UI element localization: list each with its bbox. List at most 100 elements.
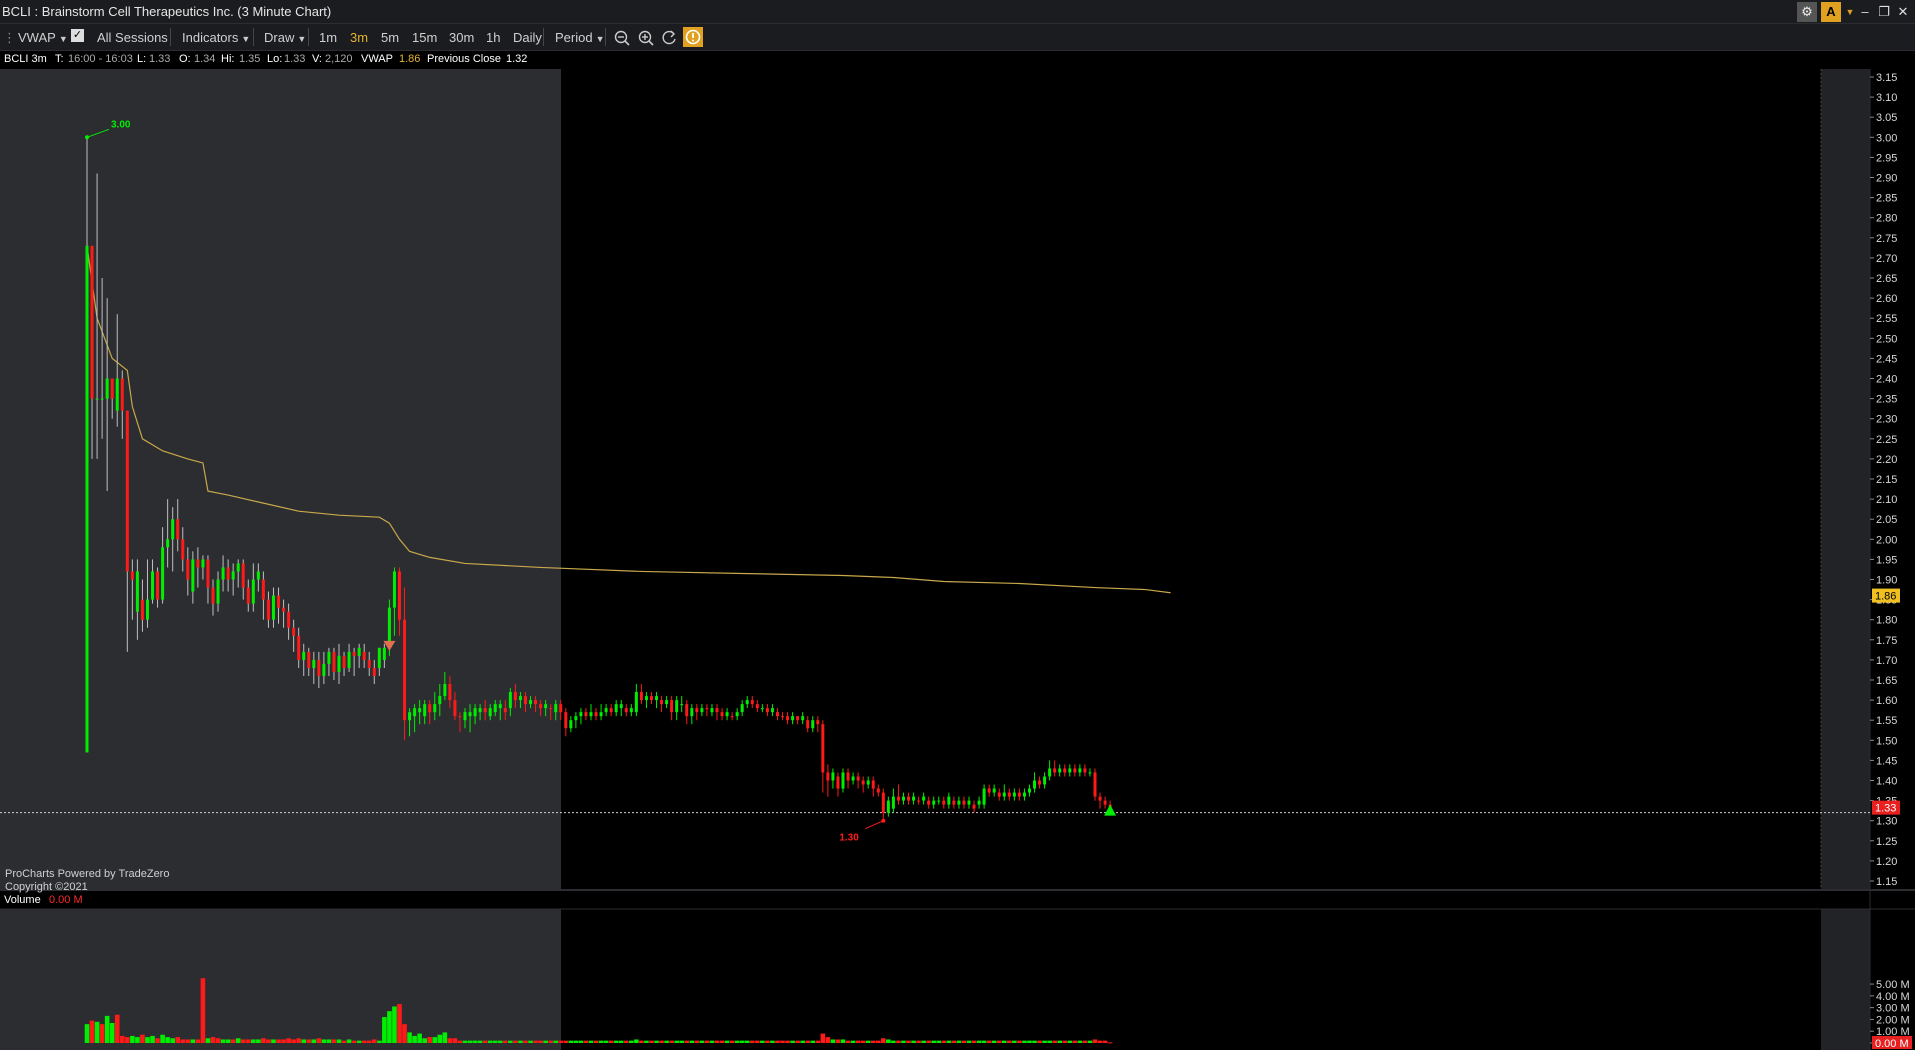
volume-bar [286,1038,291,1043]
candle-body [211,587,215,604]
candle-body [1048,768,1052,777]
volume-bar [886,1039,891,1043]
candle-body [952,800,956,805]
candle-body [201,559,205,568]
interval-5m[interactable]: 5m [381,30,399,45]
volume-bar [316,1038,322,1043]
restore-icon[interactable]: ❐ [1874,2,1894,22]
candle-body [161,547,165,600]
candle-body [332,651,336,672]
volume-bar [180,1039,186,1043]
candle-body [347,651,351,668]
interval-daily[interactable]: Daily [513,30,542,45]
candle-body [912,796,916,801]
candle-body [105,378,109,399]
volume-bar [256,1039,261,1043]
ohlc-info-bar: BCLI 3m T: 16:00 - 16:03 L: 1.33 O: 1.34… [0,51,1915,69]
candle-body [634,692,638,713]
all-sessions-checkbox[interactable]: ✓ [71,29,84,42]
candle-body [987,788,991,793]
drag-handle-icon[interactable]: ⋮ [3,30,16,46]
all-sessions-label[interactable]: All Sessions [97,30,168,45]
close-icon[interactable]: ✕ [1893,2,1913,22]
settings-gear-icon[interactable]: ⚙ [1797,2,1817,22]
vwap-dropdown[interactable]: VWAP ▼ [18,30,68,45]
volume-bar [734,1040,740,1043]
volume-bar [845,1040,851,1043]
price-tick-label: 1.95 [1876,554,1897,566]
price-tick-label: 2.20 [1876,454,1897,466]
volume-bar [125,1037,130,1043]
candle-body [287,611,291,628]
candle-body [1068,768,1072,773]
candle-body [554,704,558,713]
candle-body [861,780,865,785]
candle-body [166,539,170,548]
volume-bar [1007,1040,1012,1043]
candle-body [781,716,785,718]
draw-dropdown[interactable]: Draw ▼ [264,30,306,45]
alert-icon[interactable] [683,27,703,47]
reset-zoom-icon[interactable] [661,29,679,47]
volume-bar [563,1040,569,1043]
volume-bar [850,1040,856,1043]
candle-body [372,667,376,676]
interval-30m[interactable]: 30m [449,30,474,45]
candle-body [95,398,99,400]
volume-bar [996,1040,1002,1043]
candle-body [589,712,593,717]
interval-1m[interactable]: 1m [319,30,337,45]
volume-bar [1092,1039,1098,1043]
price-tick-label: 3.05 [1876,112,1897,124]
candle-body [760,708,764,710]
minimize-icon[interactable]: – [1855,2,1875,22]
volume-bar [548,1040,553,1043]
candle-body [907,796,911,801]
candle-body [397,571,401,620]
candle-body [498,704,502,709]
volume-bar [911,1040,916,1043]
candle-body [1078,768,1082,773]
interval-15m[interactable]: 15m [412,30,437,45]
interval-1h[interactable]: 1h [486,30,500,45]
price-tick-label: 1.65 [1876,675,1897,687]
volume-bar [593,1040,599,1043]
volume-bar [1052,1040,1057,1043]
volume-bar [427,1037,433,1043]
volume-bar [881,1038,886,1043]
volume-bar [553,1040,559,1043]
account-a-button[interactable]: A [1821,2,1841,22]
price-tick-label: 3.15 [1876,72,1897,84]
volume-bar [558,1040,564,1043]
price-tick-label: 1.80 [1876,615,1897,627]
volume-bar [356,1040,362,1043]
volume-bar [855,1040,861,1043]
volume-bar [1042,1040,1047,1043]
candle-body [715,708,719,713]
candle-body [1007,792,1011,797]
candle-body [670,700,674,713]
price-tick-label: 2.15 [1876,474,1897,486]
volume-bar [503,1040,508,1043]
volume-bar [135,1037,140,1043]
volume-bar [402,1024,407,1043]
zoom-out-icon[interactable] [613,29,631,47]
volume-bar [1107,1042,1113,1044]
volume-bar [1022,1040,1027,1043]
volume-bar [119,1035,125,1043]
volume-bar [165,1037,170,1043]
indicators-dropdown[interactable]: Indicators ▼ [182,30,250,45]
volume-bar [1087,1040,1093,1043]
volume-bar [1062,1040,1068,1043]
volume-bar [1027,1040,1032,1043]
candle-body [1027,788,1031,793]
candle-body [609,708,613,713]
period-dropdown[interactable]: Period ▼ [555,30,605,45]
volume-bar [195,1039,201,1043]
interval-3m[interactable]: 3m [350,30,368,45]
candle-body [896,796,900,801]
candle-body [1043,776,1047,785]
volume-bar [457,1040,463,1043]
volume-bar [906,1040,911,1043]
zoom-in-icon[interactable] [637,29,655,47]
